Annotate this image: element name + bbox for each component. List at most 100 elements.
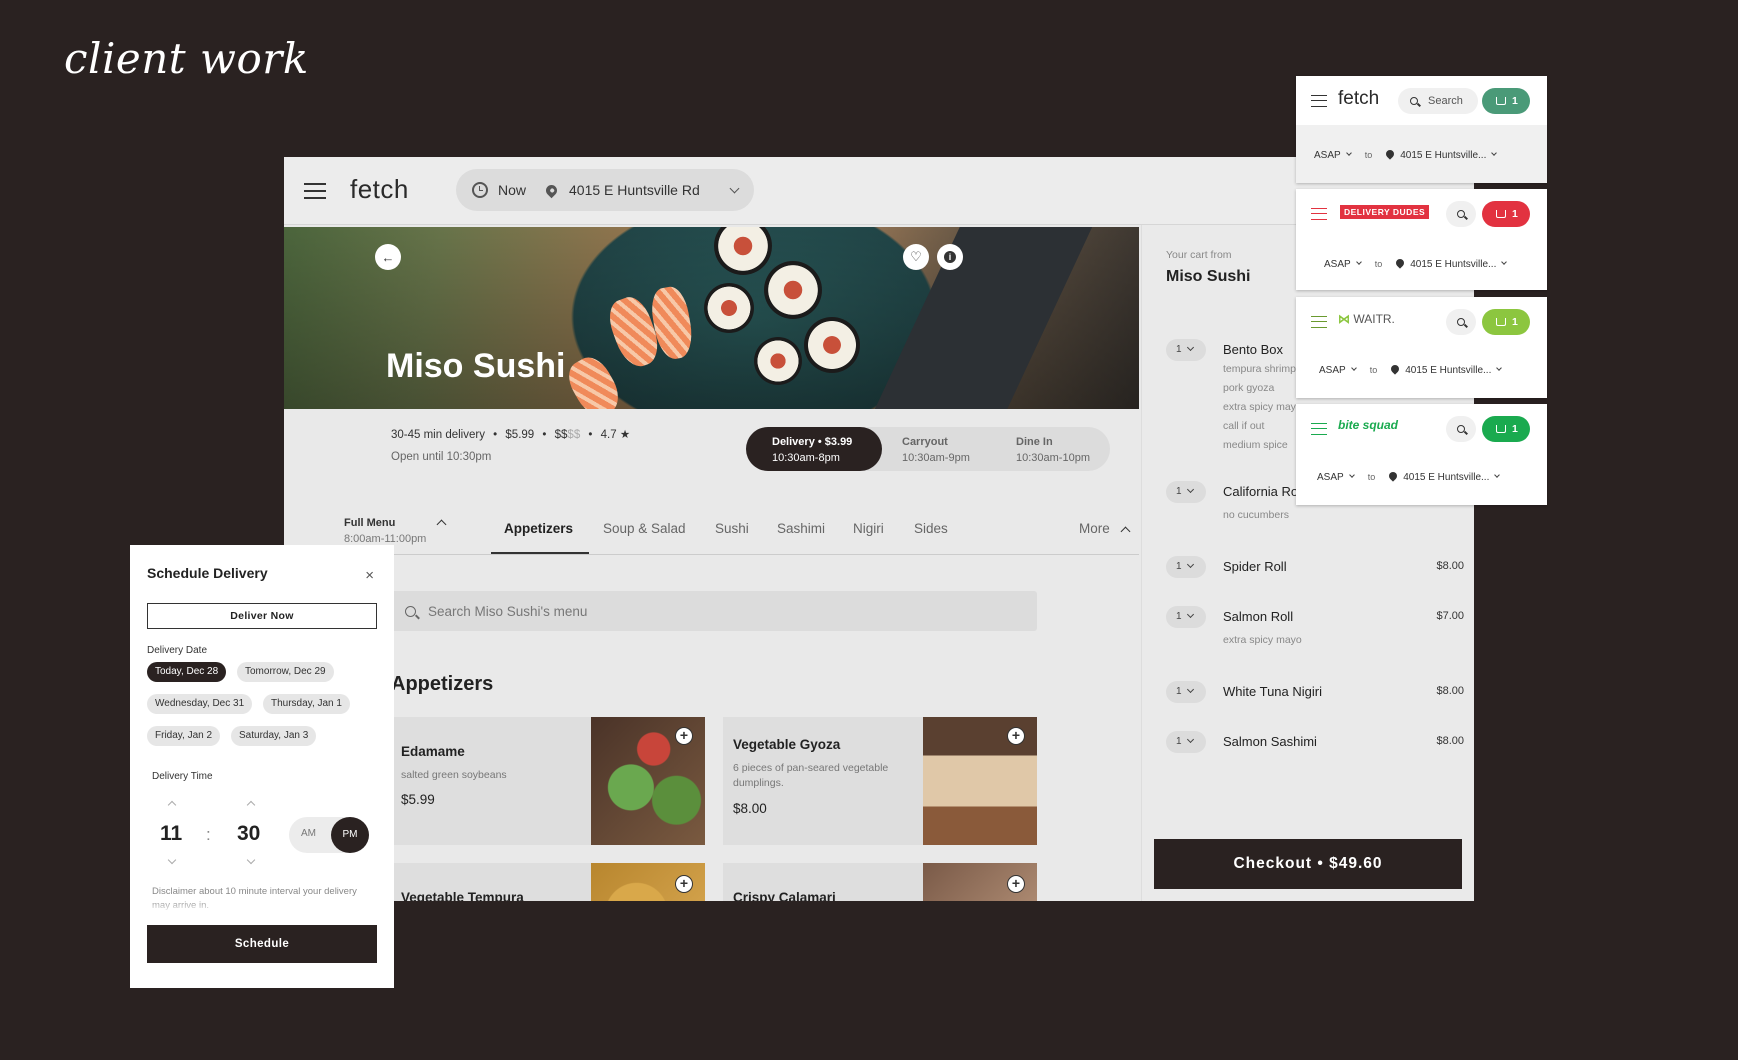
chevron-down-icon (1501, 259, 1508, 265)
info-button[interactable]: i (937, 244, 963, 270)
restaurant-title: Miso Sushi (386, 347, 566, 385)
menu-item-card[interactable]: Vegetable Tempura + (391, 863, 705, 901)
cart-item-name: Bento Box (1223, 342, 1283, 357)
menu-item-card[interactable]: Crispy Calamari + (723, 863, 1037, 901)
tab-soup-salad[interactable]: Soup & Salad (603, 521, 686, 536)
search-placeholder: Search Miso Sushi's menu (428, 603, 588, 619)
page-title: client work (64, 34, 309, 83)
full-menu-label: Full Menu (344, 517, 396, 529)
tab-sashimi[interactable]: Sashimi (777, 521, 825, 536)
roll (714, 227, 772, 275)
cart-count: 1 (1512, 423, 1518, 435)
roll (704, 283, 754, 333)
order-mode-label: Delivery • $3.99 (772, 436, 853, 448)
date-chip[interactable]: Wednesday, Dec 31 (147, 694, 253, 714)
location-selector[interactable]: Now 4015 E Huntsville Rd (456, 169, 754, 211)
quantity-selector[interactable]: 1 (1166, 556, 1206, 578)
minute-down-icon[interactable] (246, 855, 256, 865)
search-button[interactable] (1446, 201, 1476, 227)
tab-sushi[interactable]: Sushi (715, 521, 749, 536)
brand-name: WAITR. (1353, 312, 1395, 326)
schedule-button[interactable]: Schedule (147, 925, 377, 963)
tab-more[interactable]: More (1079, 521, 1130, 537)
cart-item-price: $8.00 (1436, 560, 1464, 572)
cart-count: 1 (1512, 95, 1518, 107)
address-selector[interactable]: ASAP to 4015 E Huntsville... (1324, 257, 1508, 270)
deliver-now-button[interactable]: Deliver Now (147, 603, 377, 629)
quantity-selector[interactable]: 1 (1166, 606, 1206, 628)
order-mode-dinein[interactable]: Dine In 10:30am-10pm (1016, 427, 1090, 471)
to-label: to (1374, 259, 1383, 269)
tab-appetizers[interactable]: Appetizers (504, 521, 573, 536)
add-item-button[interactable]: + (675, 727, 693, 745)
date-chip[interactable]: Friday, Jan 2 (147, 726, 221, 746)
address-selector[interactable]: ASAP to 4015 E Huntsville... (1317, 470, 1501, 483)
pin-icon (1387, 470, 1399, 482)
waitr-bowtie-icon: ⋈ (1338, 312, 1350, 326)
date-chip[interactable]: Saturday, Jan 3 (231, 726, 317, 746)
star-icon: ★ (619, 429, 631, 441)
search-icon (1457, 425, 1465, 433)
address-label: 4015 E Huntsville... (1405, 365, 1492, 376)
menu-icon[interactable] (1311, 208, 1327, 220)
item-price: $5.99 (401, 792, 435, 807)
schedule-delivery-modal: Schedule Delivery × Deliver Now Delivery… (130, 545, 394, 988)
order-mode-label: Dine In (1016, 436, 1053, 448)
menu-tabs: Full Menu 8:00am-11:00pm Appetizers Soup… (284, 503, 1139, 555)
pm-option[interactable]: PM (331, 817, 369, 853)
date-chip[interactable]: Tomorrow, Dec 29 (237, 662, 334, 682)
date-chip[interactable]: Today, Dec 28 (147, 662, 227, 682)
add-item-button[interactable]: + (1007, 727, 1025, 745)
cart-button[interactable]: 1 (1482, 88, 1530, 114)
address-selector[interactable]: ASAP to 4015 E Huntsville... (1319, 363, 1503, 376)
quantity-selector[interactable]: 1 (1166, 339, 1206, 361)
menu-item-card[interactable]: Vegetable Gyoza 6 pieces of pan-seared v… (723, 717, 1037, 845)
address-selector[interactable]: ASAP to 4015 E Huntsville... (1314, 148, 1498, 161)
menu-search-input[interactable]: Search Miso Sushi's menu (391, 591, 1037, 631)
modal-title: Schedule Delivery (147, 565, 268, 581)
minute-up-icon[interactable] (246, 800, 256, 810)
info-icon: i (944, 251, 956, 263)
add-item-button[interactable]: + (1007, 875, 1025, 893)
tab-sides[interactable]: Sides (914, 521, 948, 536)
close-icon[interactable]: × (365, 567, 374, 584)
cart-button[interactable]: 1 (1482, 309, 1530, 335)
tab-nigiri[interactable]: Nigiri (853, 521, 884, 536)
menu-icon[interactable] (1311, 95, 1327, 107)
menu-icon[interactable] (1311, 423, 1327, 435)
search-input[interactable]: Search (1398, 88, 1478, 114)
cart-icon (1496, 425, 1506, 433)
cart-icon (1496, 97, 1506, 105)
delivery-fee: $5.99 (505, 429, 535, 441)
hour-value[interactable]: 11 (160, 822, 182, 846)
separator: • (493, 429, 498, 441)
hour-up-icon[interactable] (167, 800, 177, 810)
menu-item-card[interactable]: Edamame salted green soybeans $5.99 + (391, 717, 705, 845)
cart-item-note: extra spicy mayo (1223, 401, 1302, 413)
hour-down-icon[interactable] (167, 855, 177, 865)
to-label: to (1364, 150, 1373, 160)
cart-button[interactable]: 1 (1482, 416, 1530, 442)
qty-value: 1 (1176, 611, 1182, 622)
quantity-selector[interactable]: 1 (1166, 681, 1206, 703)
date-chip[interactable]: Thursday, Jan 1 (263, 694, 350, 714)
full-menu-selector[interactable]: Full Menu 8:00am-11:00pm (344, 515, 447, 547)
cart-button[interactable]: 1 (1482, 201, 1530, 227)
order-mode-carryout[interactable]: Carryout 10:30am-9pm (902, 427, 970, 471)
favorite-button[interactable]: ♡ (903, 244, 929, 270)
order-mode-delivery[interactable]: Delivery • $3.99 10:30am-8pm (746, 427, 882, 471)
back-button[interactable]: ← (375, 244, 401, 270)
am-option[interactable]: AM (301, 828, 316, 839)
minute-value[interactable]: 30 (237, 822, 260, 846)
search-button[interactable] (1446, 416, 1476, 442)
order-mode-hours: 10:30am-9pm (902, 452, 970, 464)
menu-icon[interactable] (1311, 316, 1327, 328)
menu-icon[interactable] (304, 183, 326, 199)
search-button[interactable] (1446, 309, 1476, 335)
quantity-selector[interactable]: 1 (1166, 731, 1206, 753)
cart-icon (1496, 318, 1506, 326)
checkout-button[interactable]: Checkout • $49.60 (1154, 839, 1462, 889)
when-label: ASAP (1319, 365, 1346, 376)
add-item-button[interactable]: + (675, 875, 693, 893)
quantity-selector[interactable]: 1 (1166, 481, 1206, 503)
